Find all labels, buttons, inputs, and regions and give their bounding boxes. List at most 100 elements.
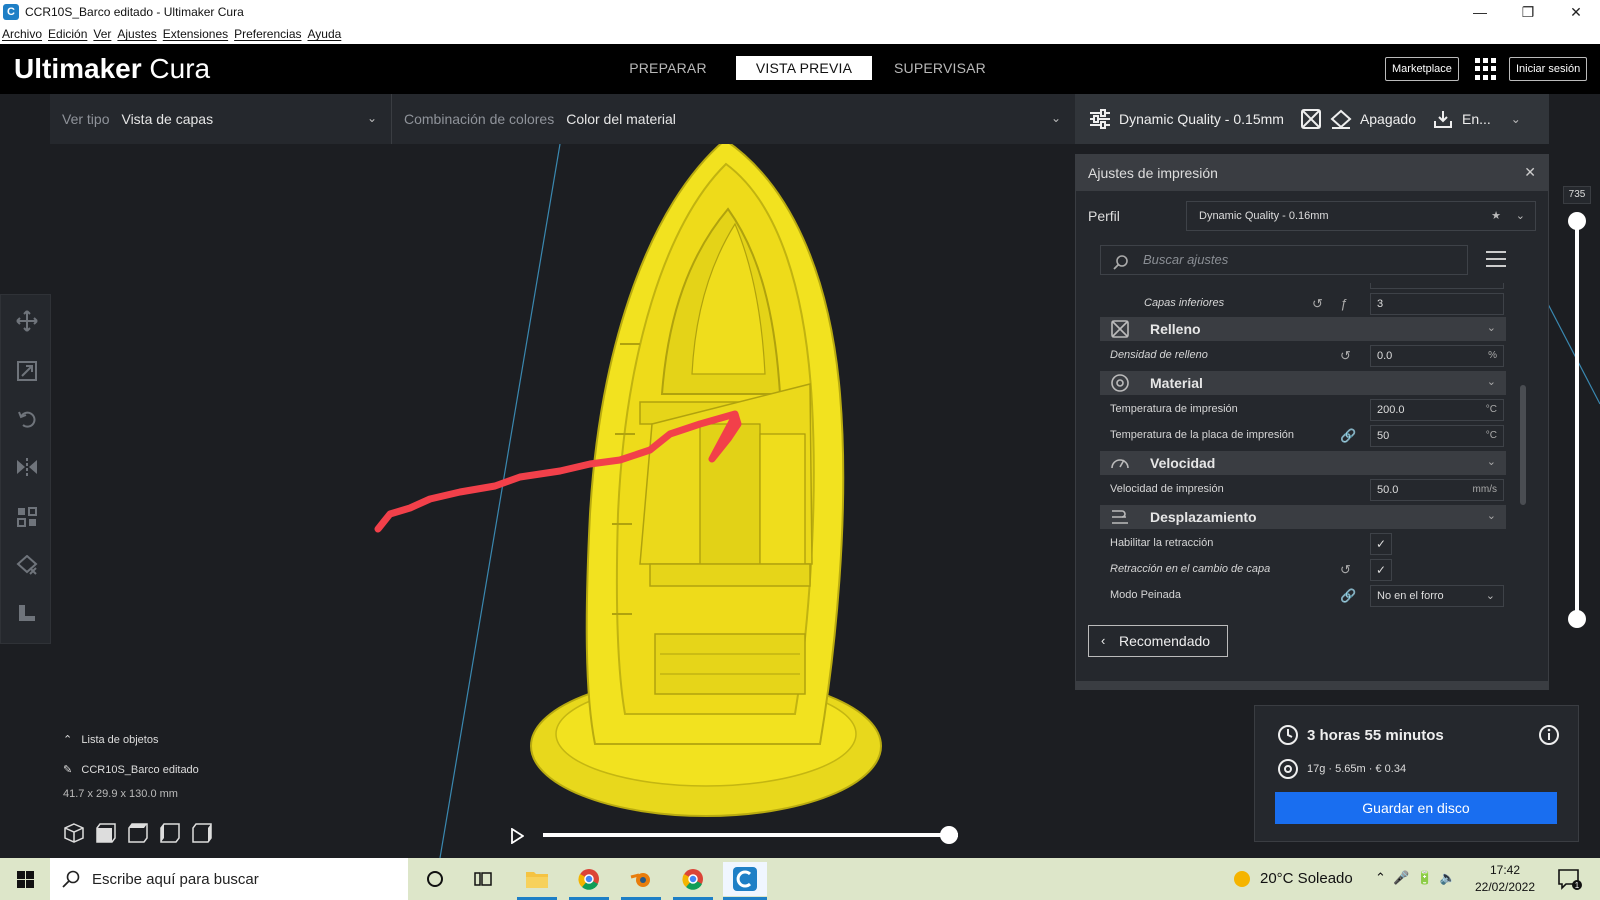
enable-retraction-checkbox[interactable]: ✓	[1370, 533, 1392, 555]
reset-icon[interactable]: ↺	[1340, 562, 1351, 578]
play-icon[interactable]	[510, 827, 525, 847]
setting-combing-mode: Modo Peinada 🔗 No en el forro ⌄	[1100, 583, 1506, 609]
menu-archivo[interactable]: Archivo	[2, 27, 42, 41]
layer-slider-track[interactable]	[1575, 214, 1579, 614]
infill-icon	[1300, 108, 1322, 130]
menu-ver[interactable]: Ver	[93, 27, 111, 41]
category-material[interactable]: Material ⌄	[1100, 371, 1506, 395]
menu-ajustes[interactable]: Ajustes	[117, 27, 156, 41]
support-icon	[1330, 108, 1352, 130]
function-icon[interactable]: ƒ	[1340, 296, 1347, 311]
chrome-profile-icon[interactable]	[678, 866, 708, 892]
category-velocidad[interactable]: Velocidad ⌄	[1100, 451, 1506, 475]
cortana-icon[interactable]	[420, 866, 450, 892]
right-view-icon[interactable]	[192, 823, 212, 843]
infill-density-input[interactable]: 0.0%	[1370, 345, 1504, 367]
chrome-icon[interactable]	[574, 866, 604, 892]
taskbar-search-box[interactable]: Escribe aquí para buscar	[50, 858, 408, 900]
apps-grid-icon[interactable]	[1475, 58, 1497, 80]
support-blocker-icon[interactable]	[15, 553, 39, 577]
cura-taskbar-icon[interactable]	[723, 862, 767, 896]
chevron-down-icon: ⌄	[1486, 376, 1496, 388]
recommended-button[interactable]: ‹ Recomendado	[1088, 625, 1228, 657]
mirror-icon[interactable]	[15, 455, 39, 479]
bed-temp-input[interactable]: 50 °C	[1370, 425, 1504, 447]
retract-layer-change-checkbox[interactable]: ✓	[1370, 559, 1392, 581]
login-button[interactable]: Iniciar sesión	[1509, 57, 1588, 81]
tool-column	[0, 294, 51, 644]
menu-ayuda[interactable]: Ayuda	[308, 27, 342, 41]
save-to-disk-button[interactable]: Guardar en disco	[1275, 792, 1557, 824]
menu-preferencias[interactable]: Preferencias	[234, 27, 301, 41]
info-icon[interactable]	[1538, 724, 1560, 749]
link-icon: 🔗	[1340, 588, 1357, 603]
panel-resize-handle[interactable]	[1076, 681, 1548, 689]
reset-icon[interactable]: ↺	[1340, 348, 1351, 364]
category-relleno[interactable]: Relleno ⌄	[1100, 317, 1506, 341]
brand-logo: Ultimaker Cura	[14, 53, 211, 84]
tab-preparar[interactable]: PREPARAR	[600, 56, 736, 80]
setting-print-speed: Velocidad de impresión 50.0 mm/s	[1100, 477, 1506, 503]
windows-start-icon[interactable]	[17, 871, 34, 888]
left-view-icon[interactable]	[160, 823, 180, 843]
settings-scrollbar[interactable]	[1520, 385, 1526, 505]
setting-label: Habilitar la retracción	[1110, 537, 1214, 549]
view-type-selector[interactable]: Ver tipo Vista de capas ⌄	[50, 94, 392, 144]
layer-slider-top-handle[interactable]	[1568, 212, 1586, 230]
color-scheme-selector[interactable]: Combinación de colores Color del materia…	[392, 94, 1075, 144]
chevron-left-icon: ‹	[1101, 633, 1106, 648]
material-estimate: 17g · 5.65m · € 0.34	[1307, 763, 1407, 775]
marketplace-button[interactable]: Marketplace	[1385, 57, 1459, 81]
menu-extensiones[interactable]: Extensiones	[163, 27, 228, 41]
layer-number[interactable]: 735	[1563, 186, 1591, 204]
settings-visibility-menu-icon[interactable]	[1486, 251, 1506, 269]
object-list-toggle[interactable]: ⌃ Lista de objetos	[63, 733, 158, 746]
system-tray[interactable]: ⌃ 🎤 🔋 🔈	[1375, 870, 1456, 886]
setting-bed-temperature: Temperatura de la placa de impresión 🔗 5…	[1100, 423, 1506, 449]
file-explorer-icon[interactable]	[522, 866, 552, 892]
blender-icon[interactable]	[626, 866, 656, 892]
profile-dropdown[interactable]: Dynamic Quality - 0.16mm ★ ⌄	[1186, 201, 1536, 231]
close-window-button[interactable]: ✕	[1552, 0, 1600, 24]
per-model-settings-icon[interactable]	[15, 505, 39, 529]
view-type-value: Vista de capas	[121, 111, 214, 127]
top-view-icon[interactable]	[128, 823, 148, 843]
maximize-button[interactable]: ❐	[1504, 0, 1552, 24]
weather-text[interactable]: 20°C Soleado	[1260, 870, 1353, 887]
star-icon[interactable]: ★	[1491, 202, 1501, 230]
object-file[interactable]: ✎ CCR10S_Barco editado	[63, 763, 199, 776]
notification-icon[interactable]: 1	[1558, 869, 1582, 894]
adhesion-icon	[1432, 108, 1454, 130]
tab-vista-previa[interactable]: VISTA PREVIA	[736, 56, 872, 80]
category-desplazamiento[interactable]: Desplazamiento ⌄	[1100, 505, 1506, 529]
path-slider-handle[interactable]	[940, 826, 958, 844]
print-temp-input[interactable]: 200.0 °C	[1370, 399, 1504, 421]
link-icon: 🔗	[1340, 428, 1357, 443]
layer-slider-bottom-handle[interactable]	[1568, 610, 1586, 628]
close-icon[interactable]: ✕	[1524, 164, 1536, 181]
tab-supervisar[interactable]: SUPERVISAR	[872, 56, 1008, 80]
front-view-icon[interactable]	[96, 823, 116, 843]
menu-edicion[interactable]: Edición	[48, 27, 87, 41]
lay-flat-icon[interactable]	[15, 601, 39, 625]
path-slider-track[interactable]	[543, 833, 958, 837]
3d-view-icon[interactable]	[64, 823, 84, 843]
scale-icon[interactable]	[15, 359, 39, 383]
task-view-icon[interactable]	[468, 866, 498, 892]
chevron-down-icon: ⌄	[1050, 111, 1061, 125]
chevron-down-icon: ⌄	[1485, 590, 1495, 602]
setting-infill-density: Densidad de relleno ↺ 0.0%	[1100, 343, 1506, 369]
camera-views	[64, 823, 224, 843]
print-setup-bar[interactable]: Dynamic Quality - 0.15mm Apagado En... ⌄	[1075, 94, 1549, 144]
print-speed-input[interactable]: 50.0 mm/s	[1370, 479, 1504, 501]
minimize-button[interactable]: —	[1456, 0, 1504, 24]
rotate-icon[interactable]	[15, 407, 39, 431]
combing-mode-select[interactable]: No en el forro ⌄	[1370, 585, 1504, 607]
layer-slider[interactable]: 735	[1561, 186, 1593, 636]
search-settings-input[interactable]: Buscar ajustes	[1100, 245, 1468, 275]
move-icon[interactable]	[15, 309, 39, 333]
sun-icon	[1234, 871, 1250, 887]
bottom-layers-input[interactable]: 3	[1370, 293, 1504, 315]
taskbar-clock[interactable]: 17:42 22/02/2022	[1470, 862, 1540, 896]
reset-icon[interactable]: ↺	[1312, 296, 1323, 312]
